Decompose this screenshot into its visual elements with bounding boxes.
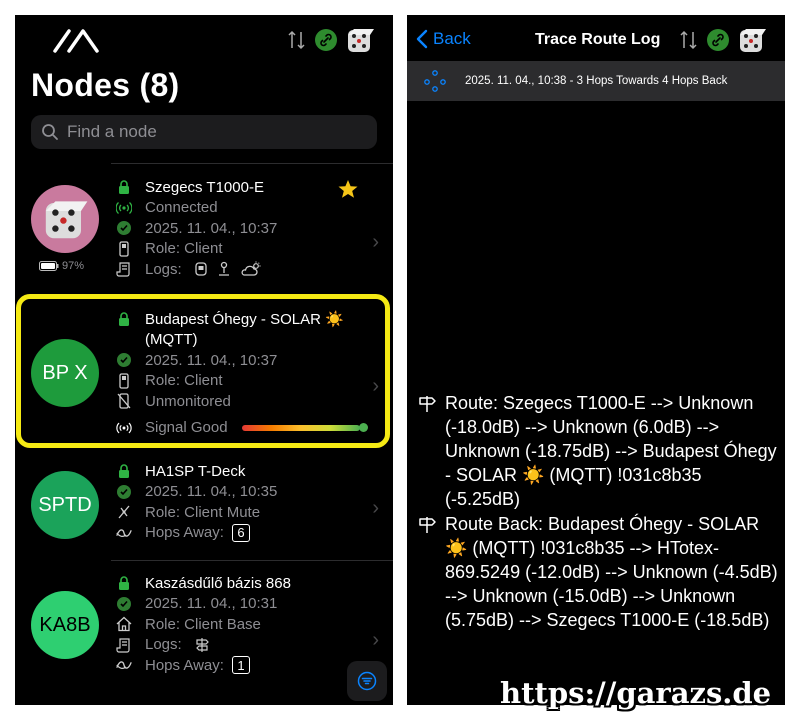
weather-icon[interactable] xyxy=(240,261,262,277)
hops-count: 1 xyxy=(231,656,250,675)
battery-level: 97% xyxy=(62,260,85,272)
role-line: Role: Client Mute xyxy=(115,502,277,523)
last-heard: 2025. 11. 04., 10:37 xyxy=(145,219,278,237)
node-role: Role: Client xyxy=(145,240,223,258)
route-text: Route: Szegecs T1000-E --> Unknown (-18.… xyxy=(445,393,777,509)
hops-line: Hops Away: 6 xyxy=(115,523,277,544)
last-heard: 2025. 11. 04., 10:35 xyxy=(145,483,278,501)
trace-log-entry[interactable]: 2025. 11. 04., 10:38 - 3 Hops Towards 4 … xyxy=(407,61,785,101)
lock-icon xyxy=(115,178,133,196)
dice-icon[interactable] xyxy=(345,25,375,55)
search-input[interactable]: Find a node xyxy=(31,115,377,149)
chevron-right-icon: › xyxy=(372,231,379,253)
chevron-left-icon xyxy=(416,29,428,49)
node-name-line: Szegecs T1000-E xyxy=(115,177,277,198)
watermark: https://garazs.de xyxy=(500,676,772,710)
signpost-icon xyxy=(419,396,436,412)
connection-status: Connected xyxy=(145,199,218,217)
connection-link-icon[interactable] xyxy=(707,29,729,51)
page-title: Nodes (8) xyxy=(31,67,180,103)
hops-icon xyxy=(115,656,133,674)
signpost-back-icon xyxy=(419,517,436,533)
search-placeholder: Find a node xyxy=(67,122,157,141)
header-icons xyxy=(679,25,767,55)
battery-indicator: 97% xyxy=(39,260,84,272)
header-icons xyxy=(287,25,375,55)
node-name: HA1SP T-Deck xyxy=(145,462,246,480)
hops-count: 6 xyxy=(231,523,250,542)
logs-line: Logs: xyxy=(115,635,291,656)
logs-label: Logs: xyxy=(145,636,182,654)
filter-button[interactable] xyxy=(347,661,387,701)
hops-label: Hops Away: xyxy=(145,656,224,674)
network-icon xyxy=(424,70,446,92)
avatar: KA8B xyxy=(31,591,99,659)
hops-icon xyxy=(115,524,133,542)
chevron-right-icon: › xyxy=(372,629,379,651)
avatar xyxy=(31,185,99,253)
search-icon xyxy=(42,124,58,140)
house-icon xyxy=(115,615,133,633)
lock-icon xyxy=(115,462,133,480)
sort-icon[interactable] xyxy=(679,27,699,53)
hops-line: Hops Away: 1 xyxy=(115,655,291,676)
sort-icon[interactable] xyxy=(287,27,307,53)
divider xyxy=(111,163,393,164)
favorite-star-icon[interactable] xyxy=(337,179,359,199)
node-row-ha1sp[interactable]: SPTD HA1SP T-Deck 2025. 11. 04., 10:35 R… xyxy=(15,461,393,561)
node-info: HA1SP T-Deck 2025. 11. 04., 10:35 Role: … xyxy=(115,461,277,543)
position-log-icon[interactable] xyxy=(216,261,232,277)
chevron-right-icon: › xyxy=(372,497,379,519)
mute-icon xyxy=(115,503,133,521)
lock-icon xyxy=(115,574,133,592)
node-name: Szegecs T1000-E xyxy=(145,178,264,196)
dice-icon[interactable] xyxy=(737,25,767,55)
antenna-icon xyxy=(115,199,133,217)
nodes-screen: Nodes (8) Find a node 97% Szegecs T1000-… xyxy=(15,15,393,705)
checkmark-icon xyxy=(117,221,131,236)
battery-icon xyxy=(39,261,59,271)
role-line: Role: Client Base xyxy=(115,614,291,635)
node-info: Kaszásdűlő bázis 868 2025. 11. 04., 10:3… xyxy=(115,573,291,676)
nav-title: Trace Route Log xyxy=(535,31,661,48)
logs-line: Logs: xyxy=(115,259,277,280)
checkmark-icon xyxy=(117,484,131,499)
node-name-line: Kaszásdűlő bázis 868 xyxy=(115,573,291,594)
filter-icon xyxy=(357,671,377,691)
device-metrics-icon[interactable] xyxy=(194,261,208,277)
checkmark-icon xyxy=(117,596,131,611)
meshtastic-logo-icon xyxy=(53,29,99,53)
back-button[interactable]: Back xyxy=(415,29,471,49)
node-name: Kaszásdűlő bázis 868 xyxy=(145,574,291,592)
divider xyxy=(111,560,393,561)
trace-route-icon[interactable] xyxy=(194,637,210,653)
node-role: Role: Client Base xyxy=(145,615,261,633)
node-info: Szegecs T1000-E Connected 2025. 11. 04.,… xyxy=(115,177,277,280)
hops-label: Hops Away: xyxy=(145,524,224,542)
time-line: 2025. 11. 04., 10:31 xyxy=(115,594,291,615)
route-back: Route Back: Budapest Óhegy - SOLAR ☀️ (M… xyxy=(417,512,781,632)
connection-link-icon[interactable] xyxy=(315,29,337,51)
log-entry-text: 2025. 11. 04., 10:38 - 3 Hops Towards 4 … xyxy=(465,75,728,87)
node-row-szegecs[interactable]: 97% Szegecs T1000-E Connected 2025. 11. … xyxy=(15,175,393,295)
node-name-line: HA1SP T-Deck xyxy=(115,461,277,482)
route-towards: Route: Szegecs T1000-E --> Unknown (-18.… xyxy=(417,391,781,511)
back-label: Back xyxy=(433,29,471,48)
node-role: Role: Client Mute xyxy=(145,503,261,521)
trace-route-screen: Back Trace Route Log 2025. 11. 04., 10:3… xyxy=(407,15,785,705)
route-back-text: Route Back: Budapest Óhegy - SOLAR ☀️ (M… xyxy=(445,514,778,630)
time-line: 2025. 11. 04., 10:37 xyxy=(115,218,277,239)
logs-label: Logs: xyxy=(145,260,182,278)
node-row-kaszasdulo[interactable]: KA8B Kaszásdűlő bázis 868 2025. 11. 04.,… xyxy=(15,573,393,693)
scroll-icon xyxy=(115,636,133,654)
role-line: Role: Client xyxy=(115,239,277,260)
highlight-frame xyxy=(16,294,390,448)
avatar: SPTD xyxy=(31,471,99,539)
scroll-icon xyxy=(115,260,133,278)
time-line: 2025. 11. 04., 10:35 xyxy=(115,482,277,503)
status-line: Connected xyxy=(115,198,277,219)
dice-avatar-icon xyxy=(45,201,88,239)
last-heard: 2025. 11. 04., 10:31 xyxy=(145,595,278,613)
device-icon xyxy=(115,240,133,258)
